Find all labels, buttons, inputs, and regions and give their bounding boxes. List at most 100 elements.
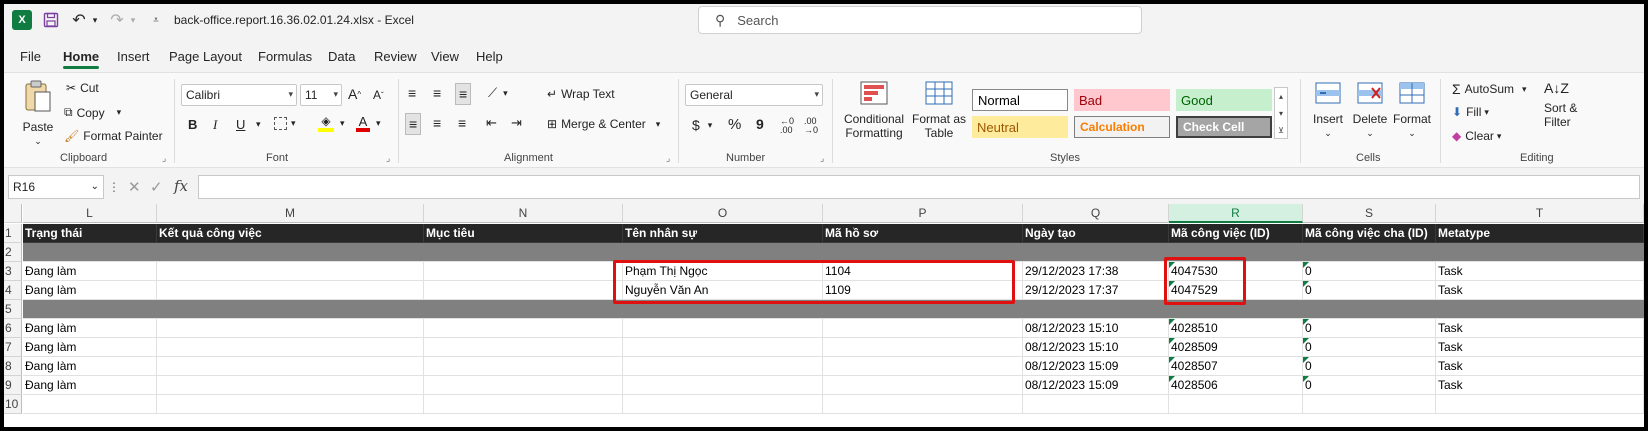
- row-header-3[interactable]: 3: [4, 262, 22, 281]
- select-all-corner[interactable]: [4, 204, 22, 223]
- cell-r9[interactable]: 4028506: [1169, 376, 1303, 395]
- column-header-o[interactable]: O: [623, 204, 823, 223]
- enter-icon[interactable]: ✓: [150, 178, 163, 196]
- row-header-1[interactable]: 1: [4, 224, 22, 243]
- cell-o6[interactable]: [623, 319, 823, 338]
- row-header-7[interactable]: 7: [4, 338, 22, 357]
- fill-button[interactable]: ⬇ Fill ▾: [1452, 105, 1489, 119]
- cell-t8[interactable]: Task: [1436, 357, 1644, 376]
- cell-o8[interactable]: [623, 357, 823, 376]
- column-header-n[interactable]: N: [424, 204, 623, 223]
- cancel-icon[interactable]: ✕: [128, 178, 141, 196]
- cell-p9[interactable]: [823, 376, 1023, 395]
- cell-m7[interactable]: [157, 338, 424, 357]
- formula-input[interactable]: [198, 175, 1640, 199]
- row-header-6[interactable]: 6: [4, 319, 22, 338]
- align-center-icon[interactable]: ≡: [433, 115, 441, 131]
- styles-gallery-scroll[interactable]: ▴ ▾ ⊻: [1274, 87, 1288, 139]
- redo-icon[interactable]: ↷: [108, 10, 126, 30]
- cell-t1[interactable]: Metatype: [1436, 224, 1644, 243]
- cell-t10[interactable]: [1436, 395, 1644, 414]
- cell-n3[interactable]: [424, 262, 623, 281]
- cell-n6[interactable]: [424, 319, 623, 338]
- search-box[interactable]: ⚲ Search: [698, 6, 1142, 34]
- cell-p7[interactable]: [823, 338, 1023, 357]
- align-right-icon[interactable]: ≡: [458, 115, 466, 131]
- save-icon[interactable]: [42, 10, 60, 30]
- bold-button[interactable]: B: [188, 117, 197, 132]
- tab-view[interactable]: View: [431, 49, 459, 64]
- insert-cells-button[interactable]: Insert ⌄: [1308, 81, 1348, 140]
- align-middle-icon[interactable]: ≡: [433, 85, 441, 101]
- column-header-l[interactable]: L: [23, 204, 157, 223]
- cell-s4[interactable]: 0: [1303, 281, 1436, 300]
- tab-data[interactable]: Data: [328, 49, 355, 64]
- cell-p4[interactable]: 1109: [823, 281, 1023, 300]
- cell-m6[interactable]: [157, 319, 424, 338]
- style-neutral[interactable]: Neutral: [972, 116, 1068, 138]
- comma-button[interactable]: 9: [756, 116, 764, 132]
- cell-q8[interactable]: 08/12/2023 15:09: [1023, 357, 1169, 376]
- fill-color-button[interactable]: ◈ ▾: [318, 115, 345, 132]
- cell-n4[interactable]: [424, 281, 623, 300]
- paste-button[interactable]: Paste ⌄: [18, 79, 58, 148]
- cell-q3[interactable]: 29/12/2023 17:38: [1023, 262, 1169, 281]
- column-header-s[interactable]: S: [1303, 204, 1436, 223]
- font-launcher-icon[interactable]: ⌟: [386, 153, 390, 164]
- cell-r7[interactable]: 4028509: [1169, 338, 1303, 357]
- currency-button[interactable]: $ ▾: [692, 117, 712, 133]
- font-size-dropdown[interactable]: 11 ▾: [300, 84, 342, 106]
- cell-n7[interactable]: [424, 338, 623, 357]
- cell-p3[interactable]: 1104: [823, 262, 1023, 281]
- align-top-icon[interactable]: ≡: [408, 85, 416, 101]
- cell-q1[interactable]: Ngày tạo: [1023, 224, 1169, 243]
- alignment-launcher-icon[interactable]: ⌟: [666, 153, 670, 164]
- undo-dropdown-icon[interactable]: ▾: [90, 10, 100, 30]
- cell-q6[interactable]: 08/12/2023 15:10: [1023, 319, 1169, 338]
- number-format-dropdown[interactable]: General ▾: [685, 84, 823, 106]
- number-launcher-icon[interactable]: ⌟: [820, 153, 824, 164]
- cell-p10[interactable]: [823, 395, 1023, 414]
- cell-l9[interactable]: Đang làm: [23, 376, 157, 395]
- cell-q4[interactable]: 29/12/2023 17:37: [1023, 281, 1169, 300]
- tab-formulas[interactable]: Formulas: [258, 49, 312, 64]
- cell-t9[interactable]: Task: [1436, 376, 1644, 395]
- cell-l8[interactable]: Đang làm: [23, 357, 157, 376]
- decrease-decimal-button[interactable]: .00 →0: [804, 117, 818, 135]
- italic-button[interactable]: I: [213, 117, 217, 133]
- style-bad[interactable]: Bad: [1074, 89, 1170, 111]
- underline-button[interactable]: U: [236, 117, 245, 132]
- clear-button[interactable]: ◆ Clear ▾: [1452, 129, 1501, 143]
- insert-function-icon[interactable]: fx: [174, 177, 188, 195]
- cell-m3[interactable]: [157, 262, 424, 281]
- style-normal[interactable]: Normal: [972, 89, 1068, 111]
- cell-l6[interactable]: Đang làm: [23, 319, 157, 338]
- tab-page-layout[interactable]: Page Layout: [169, 49, 242, 64]
- row-header-2[interactable]: 2: [4, 243, 22, 262]
- cell-t6[interactable]: Task: [1436, 319, 1644, 338]
- cell-t4[interactable]: Task: [1436, 281, 1644, 300]
- tab-home[interactable]: Home: [63, 49, 100, 69]
- cell-r8[interactable]: 4028507: [1169, 357, 1303, 376]
- increase-decimal-button[interactable]: ←0 .00: [780, 117, 794, 135]
- cell-q9[interactable]: 08/12/2023 15:09: [1023, 376, 1169, 395]
- cell-l4[interactable]: Đang làm: [23, 281, 157, 300]
- row-header-8[interactable]: 8: [4, 357, 22, 376]
- row-header-5[interactable]: 5: [4, 300, 22, 319]
- row-header-9[interactable]: 9: [4, 376, 22, 395]
- cell-s6[interactable]: 0: [1303, 319, 1436, 338]
- cell-p6[interactable]: [823, 319, 1023, 338]
- increase-font-icon[interactable]: A ^: [348, 86, 361, 102]
- align-left-icon[interactable]: ≡: [405, 113, 422, 135]
- cell-s3[interactable]: 0: [1303, 262, 1436, 281]
- column-header-r[interactable]: R: [1169, 204, 1303, 223]
- cell-o9[interactable]: [623, 376, 823, 395]
- worksheet-grid[interactable]: LMNOPQRST 1 Trạng thái Kết quả công việc Mụ…: [4, 204, 1644, 427]
- cut-button[interactable]: ✂ Cut: [66, 81, 99, 95]
- tab-insert[interactable]: Insert: [117, 49, 150, 64]
- font-color-button[interactable]: A ▾: [356, 115, 381, 132]
- format-as-table-button[interactable]: Format as Table: [910, 81, 968, 140]
- copy-dropdown-icon[interactable]: ▾: [117, 107, 122, 118]
- cell-s1[interactable]: Mã công việc cha (ID): [1303, 224, 1436, 243]
- conditional-formatting-button[interactable]: Conditional Formatting: [840, 81, 908, 140]
